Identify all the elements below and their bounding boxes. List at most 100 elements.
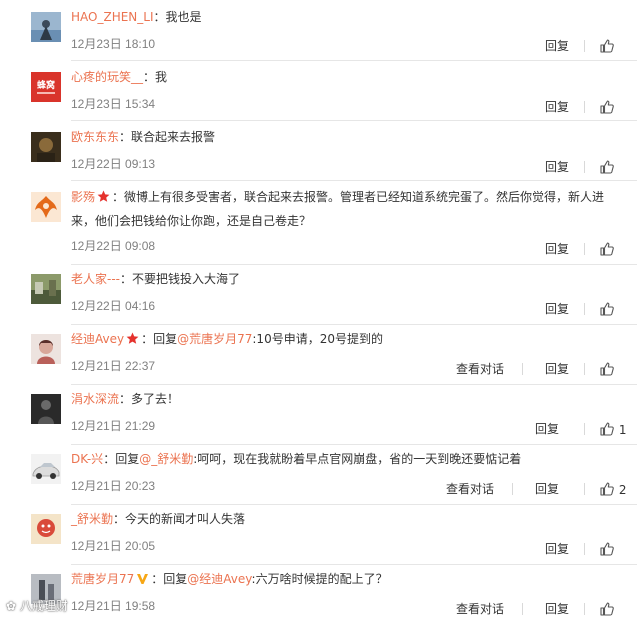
reply-button[interactable]: 回复: [545, 361, 569, 377]
divider: [584, 543, 585, 555]
reply-prefix: ：回复: [151, 572, 188, 586]
comment-text: ：联合起来去报警: [119, 130, 216, 144]
row-divider: [71, 504, 637, 505]
username-link[interactable]: 涓水深流: [71, 392, 119, 406]
divider: [584, 101, 585, 113]
comment-time: 12月21日 22:37: [71, 359, 156, 373]
divider: [584, 40, 585, 52]
comment-text: ：微博上有很多受害者，联合起来去报警。管理者已经知道系统完蛋了。然后你觉得，新人…: [71, 190, 605, 228]
like-button[interactable]: [599, 361, 615, 377]
mention-link[interactable]: @荒唐岁月77: [177, 332, 252, 346]
row-divider: [71, 120, 637, 121]
username-link[interactable]: 荒唐岁月77: [71, 572, 134, 586]
username-link[interactable]: _舒米勤: [71, 512, 113, 526]
comment-time: 12月21日 21:29: [71, 419, 156, 433]
avatar[interactable]: [31, 394, 61, 424]
comment-time: 12月21日 20:23: [71, 479, 156, 493]
reply-button[interactable]: 回复: [545, 38, 569, 54]
divider: [512, 483, 513, 495]
avatar[interactable]: [31, 274, 61, 304]
divider: [584, 161, 585, 173]
reply-prefix: ：回复: [141, 332, 178, 346]
divider: [584, 603, 585, 615]
reply-button[interactable]: 回复: [545, 601, 569, 617]
username-link[interactable]: 欧东东东: [71, 130, 119, 144]
like-button[interactable]: [599, 38, 615, 54]
comment-text: ：多了去！: [119, 392, 180, 406]
comment-time: 12月22日 09:08: [71, 239, 156, 253]
row-divider: [71, 564, 637, 565]
row-divider: [71, 444, 637, 445]
thumbs-up-icon: [599, 422, 615, 437]
view-conversation-button[interactable]: 查看对话: [456, 361, 504, 377]
thumbs-up-icon: [599, 160, 615, 175]
reply-button[interactable]: 回复: [545, 159, 569, 175]
avatar[interactable]: [31, 334, 61, 364]
comment-time: 12月23日 15:34: [71, 97, 156, 111]
view-conversation-button[interactable]: 查看对话: [456, 601, 504, 617]
thumbs-up-icon: [599, 242, 615, 257]
avatar[interactable]: [31, 192, 61, 222]
avatar[interactable]: [31, 12, 61, 42]
like-button[interactable]: 2: [599, 481, 626, 497]
like-button[interactable]: [599, 99, 615, 115]
reply-button[interactable]: 回复: [545, 301, 569, 317]
avatar[interactable]: 蜂窝: [31, 72, 61, 102]
mention-link[interactable]: @_舒米勤: [139, 452, 193, 466]
reply-button[interactable]: 回复: [545, 241, 569, 257]
comment-text: :10号申请，20号提到的: [252, 332, 383, 346]
divider: [584, 423, 585, 435]
comment-time: 12月23日 18:10: [71, 37, 156, 51]
like-button[interactable]: [599, 601, 615, 617]
view-conversation-button[interactable]: 查看对话: [446, 481, 494, 497]
thumbs-up-icon: [599, 362, 615, 377]
thumbs-up-icon: [599, 39, 615, 54]
divider: [584, 363, 585, 375]
divider: [522, 363, 523, 375]
vip-badge-icon: [136, 570, 149, 592]
username-link[interactable]: 老人家---: [71, 272, 120, 286]
thumbs-up-icon: [599, 482, 615, 497]
username-link[interactable]: DK-兴: [71, 452, 103, 466]
comment-text: ：不要把钱投入大海了: [120, 272, 241, 286]
like-button[interactable]: [599, 301, 615, 317]
like-button[interactable]: 1: [599, 421, 626, 437]
mention-link[interactable]: @经迪Avey: [187, 572, 251, 586]
row-divider: [71, 60, 637, 61]
like-button[interactable]: [599, 241, 615, 257]
comment-text: :呵呵，现在我就盼着早点官网崩盘，省的一天到晚还要惦记着: [193, 452, 522, 466]
watermark-logo-icon: ✿: [6, 599, 17, 613]
reply-button[interactable]: 回复: [535, 421, 559, 437]
username-link[interactable]: 经迪Avey: [71, 332, 124, 346]
comment-text: ：今天的新闻才叫人失落: [113, 512, 246, 526]
thumbs-up-icon: [599, 542, 615, 557]
username-link[interactable]: HAO_ZHEN_LI: [71, 10, 154, 24]
watermark-text: 八戒理财: [19, 599, 68, 613]
like-count: 1: [618, 423, 627, 437]
watermark: ✿ 八戒理财: [6, 597, 68, 614]
divider: [584, 483, 585, 495]
username-link[interactable]: 心疼的玩笑__: [71, 70, 143, 84]
avatar[interactable]: [31, 514, 61, 544]
like-button[interactable]: [599, 159, 615, 175]
avatar-logo-text: 蜂窝: [37, 79, 55, 91]
reply-button[interactable]: 回复: [535, 481, 559, 497]
comment-text: :六万啥时候提的配上了？: [251, 572, 388, 586]
comment-time: 12月21日 19:58: [71, 599, 156, 613]
like-count: 2: [618, 483, 627, 497]
verified-star-icon: [97, 188, 110, 210]
reply-button[interactable]: 回复: [545, 541, 569, 557]
avatar[interactable]: [31, 132, 61, 162]
reply-button[interactable]: 回复: [545, 99, 569, 115]
row-divider: [71, 384, 637, 385]
like-button[interactable]: [599, 541, 615, 557]
comment-time: 12月22日 04:16: [71, 299, 156, 313]
thumbs-up-icon: [599, 302, 615, 317]
thumbs-up-icon: [599, 602, 615, 617]
avatar[interactable]: [31, 454, 61, 484]
comment-time: 12月21日 20:05: [71, 539, 156, 553]
divider: [522, 603, 523, 615]
verified-star-icon: [126, 330, 139, 352]
divider: [584, 243, 585, 255]
username-link[interactable]: 影殇: [71, 190, 95, 204]
